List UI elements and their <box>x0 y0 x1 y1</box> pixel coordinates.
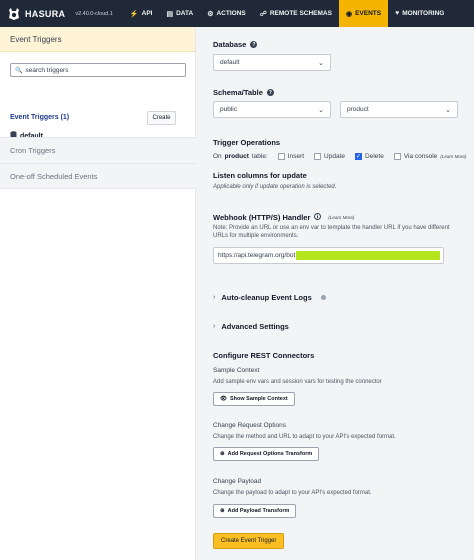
show-sample-context-button[interactable]: 👁 Show Sample Context <box>213 392 295 406</box>
chevron-down-icon: ⌄ <box>318 106 324 114</box>
hasura-logo-icon <box>7 7 21 21</box>
learn-more-link[interactable]: (Learn More) <box>440 154 466 159</box>
sidebar-header-event-triggers[interactable]: Event Triggers <box>0 27 195 52</box>
unchecked-box-icon <box>393 153 401 160</box>
event-trigger-form: Database ? default ⌄ Schema/Table ? publ… <box>197 27 474 560</box>
nav-label: API <box>141 10 153 17</box>
nav-api[interactable]: ⚡ API <box>123 0 160 27</box>
payload-title: Change Payload <box>213 478 262 485</box>
bolt-icon: ⚡ <box>129 10 139 18</box>
search-triggers-input[interactable] <box>25 66 176 74</box>
checkbox-insert[interactable]: Insert <box>277 153 305 160</box>
sidebar: Event Triggers 🔍 Event Triggers (1) Crea… <box>0 27 196 560</box>
hasura-logo[interactable]: HASURA v2.40.0-cloud.1 <box>7 7 113 21</box>
schema-select[interactable]: public ⌄ <box>213 101 331 118</box>
checkbox-label: Update <box>324 153 346 160</box>
chevron-right-icon: › <box>213 294 216 301</box>
checkbox-delete[interactable]: ✓ Delete <box>355 153 384 160</box>
unchecked-box-icon <box>277 153 285 160</box>
nav-label: EVENTS <box>355 10 382 17</box>
plus-icon: ⊕ <box>220 451 225 457</box>
nav-label: REMOTE SCHEMAS <box>269 10 332 17</box>
request-options-desc: Change the method and URL to adapt to yo… <box>213 434 396 440</box>
schema-table-label: Schema/Table ? <box>213 88 274 97</box>
listen-columns-note: Applicable only if update operation is s… <box>213 184 337 190</box>
unchecked-box-icon <box>314 153 322 160</box>
info-icon[interactable] <box>314 213 322 222</box>
database-label: Database ? <box>213 40 258 49</box>
brand-name: HASURA <box>25 8 66 19</box>
sidebar-item-cron-triggers[interactable]: Cron Triggers <box>0 137 196 163</box>
top-navbar: HASURA v2.40.0-cloud.1 ⚡ API ▤ DATA ⚙ ACTIONS… <box>0 0 474 27</box>
database-select[interactable]: default ⌄ <box>213 54 331 71</box>
checked-box-icon: ✓ <box>355 153 363 160</box>
nav-actions[interactable]: ⚙ ACTIONS <box>200 0 253 27</box>
sample-context-desc: Add sample env vars and session vars for… <box>213 379 382 385</box>
eye-icon: 👁 <box>220 396 227 402</box>
nav-label: ACTIONS <box>216 10 246 17</box>
webhook-label: Webhook (HTTP/S) Handler (Learn More) <box>213 213 355 222</box>
checkbox-label: Via console <box>403 153 438 160</box>
database-icon: ▤ <box>166 10 174 18</box>
add-payload-transform-button[interactable]: ⊕ Add Payload Transform <box>213 504 297 518</box>
chevron-right-icon: › <box>213 323 216 330</box>
learn-more-link[interactable]: (Learn More) <box>328 215 354 220</box>
trigger-operations-label: Trigger Operations <box>213 138 281 147</box>
nav-monitoring[interactable]: ♥ MONITORING <box>388 0 451 27</box>
create-event-trigger-button[interactable]: Create Event Trigger <box>213 533 285 549</box>
nav-remote-schemas[interactable]: ☍ REMOTE SCHEMAS <box>253 0 339 27</box>
listen-columns-label: Listen columns for update <box>213 171 307 180</box>
trigger-operations-row: On product table: Insert Update ✓ Delete Via… <box>213 153 467 160</box>
sample-context-title: Sample Context <box>213 367 260 374</box>
checkbox-via-console[interactable]: Via console <box>393 153 438 160</box>
status-dot <box>320 295 326 300</box>
chevron-down-icon: ⌄ <box>445 106 451 114</box>
help-icon[interactable]: ? <box>250 41 258 48</box>
nav-label: MONITORING <box>402 10 445 17</box>
request-options-title: Change Request Options <box>213 422 286 429</box>
redacted-token <box>296 251 441 260</box>
auto-cleanup-toggle[interactable]: › Auto-cleanup Event Logs <box>213 293 326 302</box>
monitoring-icon: ♥ <box>395 10 400 17</box>
remote-schemas-icon: ☍ <box>259 10 267 18</box>
webhook-note: Note: Provide an URL or use an env var t… <box>213 225 450 239</box>
nav-events[interactable]: ◉ EVENTS <box>338 0 389 27</box>
sidebar-item-one-off-scheduled-events[interactable]: One-off Scheduled Events <box>0 163 196 189</box>
checkbox-update[interactable]: Update <box>314 153 345 160</box>
advanced-settings-toggle[interactable]: › Advanced Settings <box>213 322 289 331</box>
payload-desc: Change the payload to adapt to your API'… <box>213 490 372 496</box>
search-icon: 🔍 <box>15 67 23 74</box>
events-icon: ◉ <box>345 10 353 18</box>
search-triggers-field[interactable]: 🔍 <box>10 63 186 77</box>
version-label: v2.40.0-cloud.1 <box>75 10 113 17</box>
actions-icon: ⚙ <box>207 10 214 18</box>
add-request-options-transform-button[interactable]: ⊕ Add Request Options Transform <box>213 447 320 461</box>
checkbox-label: Insert <box>287 153 305 160</box>
webhook-url-input[interactable]: https://api.telegram.org/bot <box>213 247 444 264</box>
chevron-down-icon: ⌄ <box>318 59 324 67</box>
main-nav: ⚡ API ▤ DATA ⚙ ACTIONS ☍ REMOTE SCHEMAS ◉ EVENTS ♥… <box>123 0 451 27</box>
nav-data[interactable]: ▤ DATA <box>159 0 200 27</box>
table-select[interactable]: product ⌄ <box>340 101 458 118</box>
create-trigger-button[interactable]: Create <box>147 111 176 125</box>
help-icon[interactable]: ? <box>266 89 274 96</box>
nav-label: DATA <box>176 10 194 17</box>
event-triggers-count-title: Event Triggers (1) <box>10 114 70 121</box>
checkbox-label: Delete <box>365 153 384 160</box>
rest-connectors-title: Configure REST Connectors <box>213 351 315 360</box>
plus-icon: ⊕ <box>220 508 225 514</box>
